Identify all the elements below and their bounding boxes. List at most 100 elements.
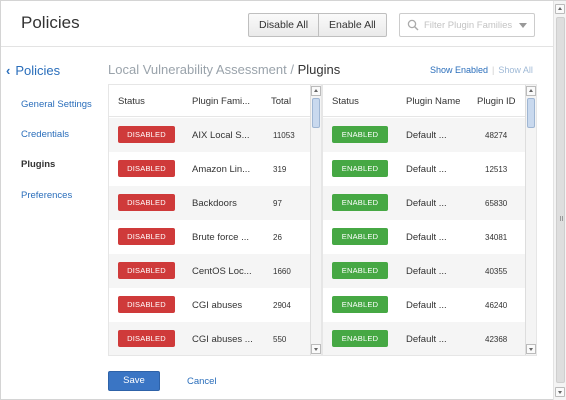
table-header: Status Plugin Fami... Total [109, 85, 321, 117]
plugin-total: 1660 [273, 267, 291, 276]
status-toggle[interactable]: ENABLED [332, 194, 388, 211]
status-toggle[interactable]: ENABLED [332, 126, 388, 143]
link-separator: | [492, 65, 495, 75]
enable-all-button[interactable]: Enable All [318, 14, 386, 36]
chevron-down-icon[interactable] [519, 23, 527, 28]
scroll-up-arrow[interactable] [526, 86, 536, 96]
scroll-down-arrow[interactable] [526, 344, 536, 354]
page-title: Policies [21, 13, 80, 32]
table-row[interactable]: ENABLED Default ... 48274 [323, 118, 536, 152]
table-row[interactable]: DISABLED CGI abuses ... 550 [109, 322, 321, 355]
plugin-id: 40355 [485, 267, 508, 276]
column-header-plugin-family[interactable]: Plugin Fami... [192, 96, 250, 107]
column-header-plugin-name[interactable]: Plugin Name [406, 96, 460, 107]
page-header: Policies Disable All Enable All [1, 1, 553, 47]
scroll-up-arrow[interactable] [311, 86, 321, 96]
plugin-name: Default ... [406, 300, 447, 311]
plugin-name: Default ... [406, 232, 447, 243]
table-row[interactable]: ENABLED Default ... 12513 [323, 152, 536, 186]
table-row[interactable]: DISABLED Backdoors 97 [109, 186, 321, 220]
plugin-total: 550 [273, 335, 287, 344]
show-filter-links: Show Enabled | Show All [430, 65, 533, 75]
nav-item-general-settings[interactable]: General Settings [21, 99, 92, 110]
breadcrumb-current: Plugins [297, 62, 341, 77]
status-toggle[interactable]: DISABLED [118, 228, 175, 245]
status-toggle[interactable]: ENABLED [332, 160, 388, 177]
scroll-thumb[interactable] [312, 98, 320, 128]
filter-plugin-families[interactable] [399, 13, 535, 37]
save-button[interactable]: Save [108, 371, 160, 391]
table-row[interactable]: DISABLED Amazon Lin... 319 [109, 152, 321, 186]
status-toggle[interactable]: DISABLED [118, 296, 175, 313]
status-toggle[interactable]: ENABLED [332, 228, 388, 245]
plugin-family-name: Backdoors [192, 198, 237, 209]
cancel-link[interactable]: Cancel [187, 376, 217, 387]
scroll-thumb[interactable] [556, 17, 565, 383]
plugin-total: 26 [273, 233, 282, 242]
disable-all-button[interactable]: Disable All [249, 14, 318, 36]
nav-item-plugins[interactable]: Plugins [21, 159, 55, 170]
breadcrumb-parent[interactable]: Local Vulnerability Assessment [108, 62, 287, 77]
plugin-total: 97 [273, 199, 282, 208]
plugin-family-name: Brute force ... [192, 232, 250, 243]
search-icon [407, 19, 419, 31]
status-toggle[interactable]: ENABLED [332, 296, 388, 313]
status-toggle[interactable]: DISABLED [118, 330, 175, 347]
status-toggle[interactable]: ENABLED [332, 330, 388, 347]
breadcrumb: Local Vulnerability Assessment / Plugins [108, 62, 340, 77]
column-header-plugin-id[interactable]: Plugin ID [477, 96, 516, 107]
table-row[interactable]: DISABLED CentOS Loc... 1660 [109, 254, 321, 288]
show-all-link[interactable]: Show All [498, 65, 533, 75]
table-row[interactable]: DISABLED AIX Local S... 11053 [109, 118, 321, 152]
nav-item-preferences[interactable]: Preferences [21, 190, 72, 201]
plugin-name: Default ... [406, 266, 447, 277]
plugin-id: 34081 [485, 233, 508, 242]
families-table-scrollbar[interactable] [310, 85, 321, 355]
back-to-policies-link[interactable]: ‹ Policies [6, 63, 60, 78]
plugin-id: 46240 [485, 301, 508, 310]
plugin-total: 2904 [273, 301, 291, 310]
table-row[interactable]: ENABLED Default ... 42368 [323, 322, 536, 355]
page-scrollbar[interactable] [553, 1, 566, 400]
filter-input[interactable] [424, 16, 516, 34]
plugin-id: 65830 [485, 199, 508, 208]
back-link-label: Policies [15, 63, 61, 78]
table-row[interactable]: ENABLED Default ... 40355 [323, 254, 536, 288]
nav-item-credentials[interactable]: Credentials [21, 129, 69, 140]
status-toggle[interactable]: ENABLED [332, 262, 388, 279]
chevron-left-icon: ‹ [6, 63, 11, 78]
table-header: Status Plugin Name Plugin ID [323, 85, 536, 117]
status-toggle[interactable]: DISABLED [118, 194, 175, 211]
plugin-family-name: AIX Local S... [192, 130, 250, 141]
scroll-up-arrow[interactable] [555, 4, 565, 14]
column-header-total[interactable]: Total [271, 96, 291, 107]
plugin-name: Default ... [406, 164, 447, 175]
breadcrumb-separator: / [290, 62, 294, 77]
column-header-status[interactable]: Status [118, 96, 145, 107]
plugins-table-scrollbar[interactable] [525, 85, 536, 355]
plugin-family-name: CentOS Loc... [192, 266, 252, 277]
plugin-name: Default ... [406, 130, 447, 141]
plugin-family-name: CGI abuses [192, 300, 243, 311]
status-toggle[interactable]: DISABLED [118, 262, 175, 279]
bulk-action-group: Disable All Enable All [248, 13, 387, 37]
status-toggle[interactable]: DISABLED [118, 126, 175, 143]
plugin-id: 48274 [485, 131, 508, 140]
plugin-total: 11053 [273, 131, 295, 140]
table-row[interactable]: ENABLED Default ... 65830 [323, 186, 536, 220]
scroll-thumb[interactable] [527, 98, 535, 128]
column-header-status[interactable]: Status [332, 96, 359, 107]
table-row[interactable]: ENABLED Default ... 46240 [323, 288, 536, 322]
table-row[interactable]: DISABLED Brute force ... 26 [109, 220, 321, 254]
status-toggle[interactable]: DISABLED [118, 160, 175, 177]
plugin-id: 42368 [485, 335, 508, 344]
show-enabled-link[interactable]: Show Enabled [430, 65, 488, 75]
scroll-down-arrow[interactable] [311, 344, 321, 354]
plugins-table: Status Plugin Name Plugin ID ENABLED Defa… [322, 84, 537, 356]
scroll-down-arrow[interactable] [555, 387, 565, 397]
plugin-families-table: Status Plugin Fami... Total DISABLED AIX … [108, 84, 322, 356]
table-row[interactable]: DISABLED CGI abuses 2904 [109, 288, 321, 322]
plugin-family-name: Amazon Lin... [192, 164, 251, 175]
table-row[interactable]: ENABLED Default ... 34081 [323, 220, 536, 254]
app-window: Policies Disable All Enable All ‹ Polici… [0, 0, 566, 400]
